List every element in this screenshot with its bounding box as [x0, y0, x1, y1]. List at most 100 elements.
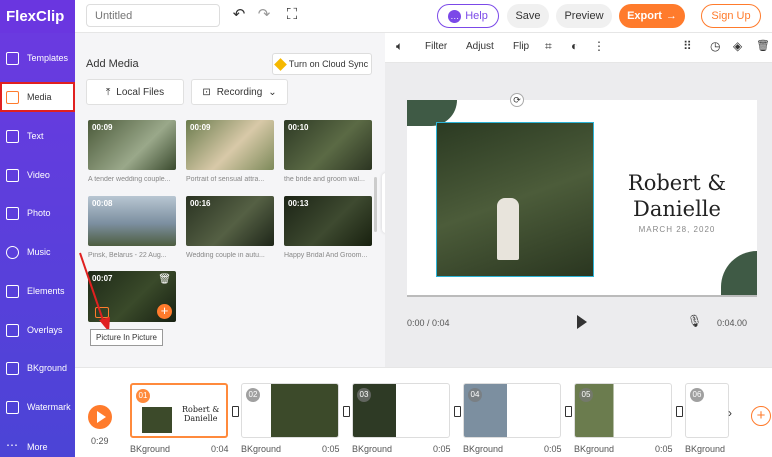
transition-icon[interactable] [232, 406, 239, 417]
flip-button[interactable]: Flip [513, 41, 529, 52]
play-icon[interactable] [577, 315, 587, 329]
timeline-clip[interactable]: 04 [463, 383, 561, 438]
adjust-button[interactable]: Adjust [466, 41, 494, 52]
sidebar-item-music[interactable]: Music [0, 237, 75, 267]
add-to-timeline-icon[interactable]: + [157, 304, 172, 319]
media-scrollbar[interactable] [374, 177, 377, 232]
playback-progress[interactable] [407, 295, 757, 297]
filter-button[interactable]: Filter [425, 41, 447, 52]
duration-badge: 00:16 [190, 199, 211, 208]
timeline-clip[interactable]: 05 [574, 383, 672, 438]
sidebar-item-elements[interactable]: Elements [0, 276, 75, 306]
transition-icon[interactable] [454, 406, 461, 417]
media-thumbnail[interactable]: 00:09 [88, 120, 176, 170]
cloud-sync-label: Turn on Cloud Sync [288, 59, 369, 69]
trash-icon[interactable]: 🗑 [158, 274, 171, 285]
clip-name-line-1: Robert & [182, 405, 220, 414]
layers-icon[interactable]: ◈ [733, 39, 742, 53]
slide-preview[interactable]: ⟳ Robert & Danielle MARCH 28, 2020 [407, 93, 757, 297]
cloud-sync-button[interactable]: Turn on Cloud Sync [272, 53, 372, 75]
export-button[interactable]: Export → [619, 4, 685, 28]
local-files-label: Local Files [116, 86, 165, 98]
top-bar: FlexClip ↶ ↷ ⛶ … Help Save Preview Expor… [0, 0, 772, 33]
grid-icon[interactable]: ⠿ [683, 39, 692, 53]
clip-number: 03 [357, 388, 371, 402]
sidebar-item-label: Elements [27, 286, 65, 296]
clip-label: BKground [352, 444, 393, 454]
sidebar-item-bkground[interactable]: BKground [0, 353, 75, 383]
microphone-icon[interactable]: 🎙︎ [687, 314, 702, 328]
end-time: 0:04.00 [717, 318, 748, 328]
flexclip-logo[interactable]: FlexClip [0, 0, 75, 33]
annotation-arrow-icon [79, 252, 110, 332]
sidebar-item-label: Media [27, 92, 52, 102]
timeline-clip[interactable]: 01 Robert & Danielle [130, 383, 228, 438]
local-files-button[interactable]: ⤒ Local Files [86, 79, 184, 105]
sidebar-item-overlays[interactable]: Overlays [0, 315, 75, 345]
duration-badge: 00:09 [92, 123, 113, 132]
slide-date: MARCH 28, 2020 [638, 225, 716, 234]
media-thumbnail[interactable]: 00:09 [186, 120, 274, 170]
sidebar-item-label: Text [27, 131, 44, 141]
crop-icon[interactable]: ⌗ [545, 39, 552, 54]
help-button[interactable]: … Help [437, 4, 499, 28]
media-caption: A tender wedding couple... [88, 176, 171, 183]
media-icon [6, 90, 19, 104]
sidebar-item-label: Templates [27, 53, 69, 63]
timeline-clip[interactable]: 03 [352, 383, 450, 438]
color-icon[interactable]: ◐ [571, 39, 578, 53]
transition-icon[interactable] [676, 406, 683, 417]
chevron-right-icon[interactable]: › [728, 406, 732, 420]
canvas-area: ⟳ Robert & Danielle MARCH 28, 2020 0:00 … [385, 63, 772, 367]
add-clip-button[interactable]: + [751, 406, 771, 426]
project-title-input[interactable] [86, 4, 220, 27]
transition-icon[interactable] [343, 406, 350, 417]
export-label: Export [627, 10, 662, 22]
clock-icon[interactable]: ◷ [710, 39, 720, 53]
media-thumbnail[interactable]: 00:16 [186, 196, 274, 246]
duration-badge: 00:08 [92, 199, 113, 208]
rotate-handle-icon[interactable]: ⟳ [510, 93, 524, 107]
recording-button[interactable]: ⊡ Recording ⌄ [191, 79, 288, 105]
media-caption: Portrait of sensual attra... [186, 176, 265, 183]
clip-label: BKground [574, 444, 615, 454]
sidebar-item-text[interactable]: Text [0, 121, 75, 151]
sidebar-item-media[interactable]: Media [0, 82, 75, 112]
timeline-clip[interactable]: 02 [241, 383, 339, 438]
clip-label: BKground [463, 444, 504, 454]
sidebar-item-templates[interactable]: Templates [0, 43, 75, 73]
name-line-2: Danielle [633, 197, 721, 221]
sidebar-item-photo[interactable]: Photo [0, 198, 75, 228]
media-caption: the bride and groom wal... [284, 176, 365, 183]
redo-icon[interactable]: ↷ [255, 6, 273, 24]
sidebar-item-more[interactable]: ⋯ More [0, 432, 75, 457]
play-all-button[interactable] [88, 405, 112, 429]
picture-in-picture-tooltip: Picture In Picture [90, 329, 163, 346]
sidebar: Templates Media Text Video Photo Music E… [0, 33, 75, 457]
timeline: 0:29 01 Robert & Danielle 02 03 04 05 06 … [75, 367, 772, 457]
more-options-icon[interactable]: ⋮ [593, 39, 605, 53]
transition-icon[interactable] [565, 406, 572, 417]
media-thumbnail[interactable]: 00:08 [88, 196, 176, 246]
sidebar-item-label: Watermark [27, 402, 71, 412]
timeline-clip[interactable]: 06 [685, 383, 729, 438]
delete-icon[interactable]: 🗑 [756, 39, 770, 52]
clip-duration: 0:05 [322, 444, 340, 454]
volume-icon[interactable]: 🔈︎ [396, 39, 403, 54]
photo-icon [6, 206, 19, 220]
couple-figure [497, 198, 519, 260]
save-button[interactable]: Save [507, 4, 549, 28]
fullscreen-icon[interactable]: ⛶ [283, 6, 301, 24]
preview-button[interactable]: Preview [556, 4, 612, 28]
sidebar-item-watermark[interactable]: Watermark [0, 392, 75, 422]
record-icon: ⊡ [202, 86, 211, 98]
sign-up-button[interactable]: Sign Up [701, 4, 761, 28]
sidebar-item-video[interactable]: Video [0, 160, 75, 190]
arrow-right-icon: → [665, 10, 677, 22]
undo-icon[interactable]: ↶ [230, 6, 248, 24]
media-thumbnail[interactable]: 00:10 [284, 120, 372, 170]
text-icon [6, 129, 19, 143]
pip-video-layer[interactable] [436, 122, 594, 277]
media-thumbnail[interactable]: 00:13 [284, 196, 372, 246]
clip-number: 04 [468, 388, 482, 402]
